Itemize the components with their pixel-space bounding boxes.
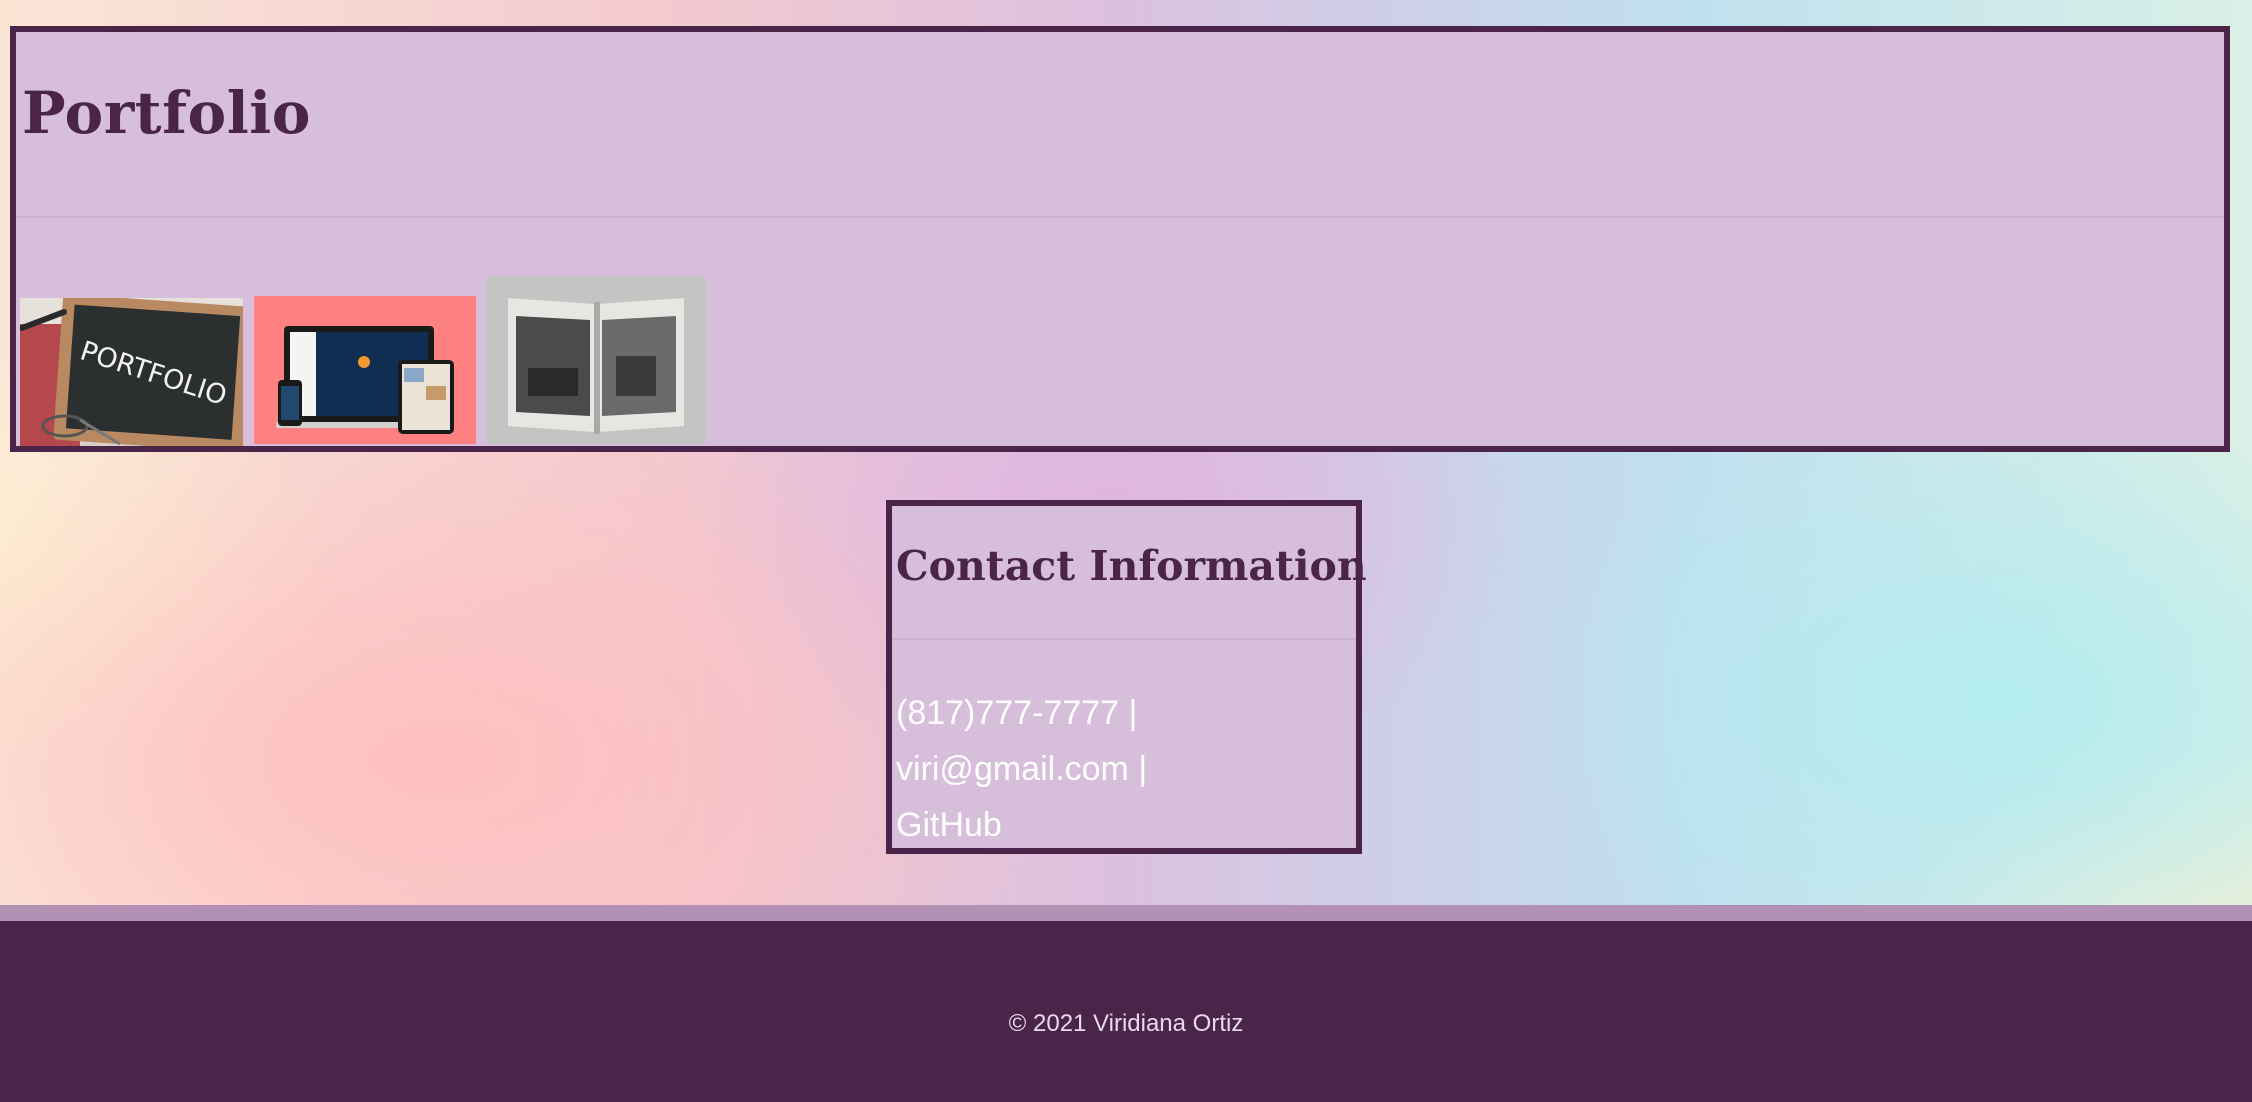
separator: | [1138,750,1148,788]
phone-link[interactable]: (817)777-7777 [896,694,1119,732]
contact-title: Contact Information [896,542,1367,590]
portfolio-thumb-chalkboard[interactable]: PORTFOLIO [20,298,243,446]
contact-github-line: GitHub [896,808,1002,842]
github-link[interactable]: GitHub [896,806,1002,844]
contact-phone-line: (817)777-7777 | [896,696,1137,730]
footer: © 2021 Viridiana Ortiz [0,921,2252,1102]
portfolio-section: Portfolio PORTFOLIO [10,26,2230,452]
email-link[interactable]: viri@gmail.com [896,750,1129,788]
copyright-text: © 2021 Viridiana Ortiz [1008,1010,1244,1037]
contact-divider [892,638,1356,640]
contact-email-line: viri@gmail.com | [896,752,1147,786]
contact-section: Contact Information (817)777-7777 | viri… [886,500,1367,854]
portfolio-title: Portfolio [22,79,311,147]
footer-stripe [0,905,2252,921]
separator: | [1128,694,1138,732]
portfolio-divider [16,216,2224,218]
portfolio-thumb-book[interactable] [486,276,706,444]
portfolio-thumb-devices[interactable] [254,296,476,444]
